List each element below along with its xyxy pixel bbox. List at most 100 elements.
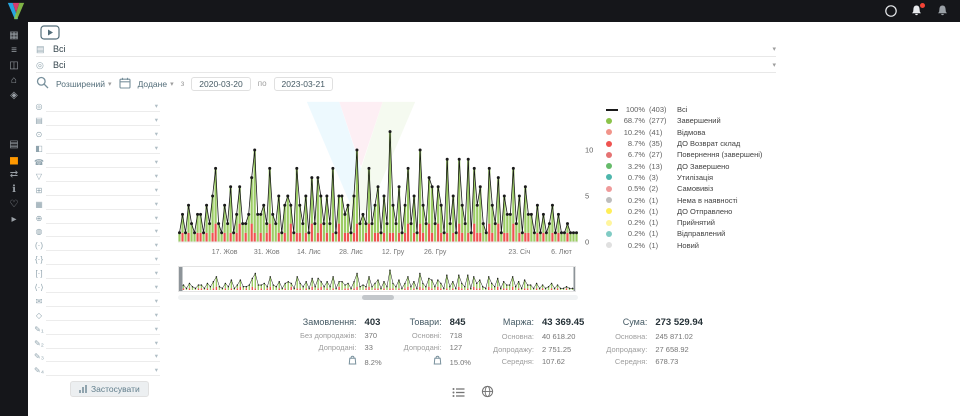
advanced-filter-select[interactable]: Розширений ▾ bbox=[56, 79, 112, 89]
legend-label: Всі bbox=[677, 105, 784, 114]
legend-item[interactable]: 8.7%(35)ДО Возврат склад bbox=[606, 138, 784, 149]
scrollbar-thumb[interactable] bbox=[362, 295, 394, 300]
geo-filter-icon: ⊕ bbox=[32, 214, 46, 223]
marketing-icon[interactable]: ▤ bbox=[0, 137, 28, 152]
table-view-icon[interactable] bbox=[452, 385, 465, 403]
stat-sub-value: 245 871.02 bbox=[655, 332, 703, 341]
chart-legend: 100%(403)Всі68.7%(277)Завершений10.2%(41… bbox=[606, 104, 784, 251]
secondary-bell-icon[interactable] bbox=[936, 4, 950, 18]
legend-percent: 8.7% bbox=[622, 139, 649, 148]
custom-field-4-filter-select[interactable]: ▾ bbox=[46, 365, 160, 376]
date-from-input[interactable]: 2020-03-20 bbox=[191, 77, 250, 91]
source-filter-icon: ▤ bbox=[32, 116, 46, 125]
stat-sub-label: Допродажу: bbox=[606, 345, 647, 354]
note-filter-select[interactable]: ▾ bbox=[46, 296, 160, 307]
legend-item[interactable]: 100%(403)Всі bbox=[606, 104, 784, 115]
utm-filter-select[interactable]: ▾ bbox=[46, 240, 160, 251]
tag-filter-select[interactable]: ▾ bbox=[46, 226, 160, 237]
source-filter-select[interactable]: ▾ bbox=[46, 115, 160, 126]
chart-navigator[interactable] bbox=[178, 266, 578, 300]
apply-button[interactable]: Застосувати bbox=[70, 381, 149, 397]
stat-title: Маржа: bbox=[493, 317, 534, 327]
stat-sub-label: Допродажу: bbox=[493, 345, 534, 354]
fields-filter-select[interactable]: ▾ bbox=[46, 268, 160, 279]
legend-item[interactable]: 3.2%(13)ДО Завершено bbox=[606, 160, 784, 171]
chart-scrollbar[interactable] bbox=[178, 295, 578, 300]
orders-chart[interactable]: 051017. Жов31. Жов14. Лис28. Лис12. Гру2… bbox=[178, 96, 608, 260]
chevron-down-icon: ▾ bbox=[155, 214, 160, 222]
legend-label: Відмова bbox=[677, 128, 784, 137]
chevron-down-icon: ▾ bbox=[155, 352, 160, 360]
phone-filter-select[interactable]: ▾ bbox=[46, 157, 160, 168]
legend-item[interactable]: 0.2%(1)Прийнятий bbox=[606, 217, 784, 228]
legend-item[interactable]: 0.2%(1)ДО Отправлено bbox=[606, 206, 784, 217]
expression-filter-select[interactable]: ▾ bbox=[46, 282, 160, 293]
sidebar-filter-row: ✎₄▾ bbox=[32, 364, 160, 378]
params-filter-select[interactable]: ▾ bbox=[46, 254, 160, 265]
stats-column: Замовлення:403Без допродажів:370Допродан… bbox=[300, 317, 382, 367]
app-logo[interactable] bbox=[6, 2, 26, 20]
custom-field-2-filter-select[interactable]: ▾ bbox=[46, 338, 160, 349]
chevron-down-icon: ▾ bbox=[772, 45, 776, 53]
sidebar-filter-row: ▽▾ bbox=[32, 169, 160, 183]
custom-field-3-filter-select[interactable]: ▾ bbox=[46, 351, 160, 362]
legend-count: (1) bbox=[649, 196, 677, 205]
group-filter-select[interactable]: ▾ bbox=[46, 143, 160, 154]
date-to-input[interactable]: 2023-03-21 bbox=[274, 77, 333, 91]
primary-filter-select[interactable]: ▤ Всі ▾ bbox=[36, 42, 776, 57]
svg-text:28. Лис: 28. Лис bbox=[339, 249, 363, 256]
legend-count: (27) bbox=[649, 150, 677, 159]
legend-item[interactable]: 0.7%(3)Утилізація bbox=[606, 172, 784, 183]
store-icon[interactable]: ⌂ bbox=[0, 73, 28, 88]
globe-view-icon[interactable] bbox=[481, 385, 494, 403]
analytics-icon[interactable]: ▅ bbox=[0, 152, 28, 167]
media-icon[interactable]: ▸ bbox=[0, 212, 28, 227]
customers-icon[interactable]: ◫ bbox=[0, 58, 28, 73]
stats-column: Маржа:43 369.45Основна:40 618.20Допродаж… bbox=[493, 317, 584, 367]
custom-field-1-filter-select[interactable]: ▾ bbox=[46, 324, 160, 335]
funnel-filter-select[interactable]: ▾ bbox=[46, 171, 160, 182]
stock-filter-select[interactable]: ▾ bbox=[46, 199, 160, 210]
stat-sub-value: 40 618.20 bbox=[542, 332, 584, 341]
manager-filter-select[interactable]: ▾ bbox=[46, 129, 160, 140]
stat-sub-label: Основна: bbox=[493, 332, 534, 341]
upsell-bag-icon bbox=[300, 355, 357, 365]
date-to-label: по bbox=[258, 79, 267, 88]
sidebar-filter-row: ⊕▾ bbox=[32, 211, 160, 225]
stat-value: 845 bbox=[450, 317, 471, 328]
stat-sub-label: Допродані: bbox=[300, 343, 357, 352]
extra-filter-select[interactable]: ▾ bbox=[46, 310, 160, 321]
secondary-filter-select[interactable]: ◎ Всі ▾ bbox=[36, 58, 776, 73]
legend-count: (1) bbox=[649, 207, 677, 216]
legend-count: (1) bbox=[649, 241, 677, 250]
product-filter-select[interactable]: ▾ bbox=[46, 185, 160, 196]
custom-field-4-filter-icon: ✎₄ bbox=[32, 366, 46, 375]
theme-toggle-icon[interactable] bbox=[884, 4, 898, 18]
info-icon[interactable]: ℹ bbox=[0, 182, 28, 197]
orders-icon[interactable]: ≡ bbox=[0, 43, 28, 58]
legend-item[interactable]: 68.7%(277)Завершений bbox=[606, 115, 784, 126]
search-icon[interactable] bbox=[36, 76, 49, 91]
date-field-select[interactable]: Додане ▾ bbox=[138, 79, 174, 89]
legend-item[interactable]: 0.5%(2)Самовивіз bbox=[606, 183, 784, 194]
geo-filter-select[interactable]: ▾ bbox=[46, 213, 160, 224]
legend-item[interactable]: 6.7%(27)Повернення (завершені) bbox=[606, 149, 784, 160]
legend-item[interactable]: 0.2%(1)Нема в наявності bbox=[606, 194, 784, 205]
chevron-down-icon: ▾ bbox=[772, 61, 776, 69]
legend-percent: 6.7% bbox=[622, 150, 649, 159]
calendar-icon bbox=[119, 77, 131, 91]
dashboard-icon[interactable]: ▦ bbox=[0, 28, 28, 43]
status-filter-select[interactable]: ▾ bbox=[46, 101, 160, 112]
sidebar-filter-row: ⊙▾ bbox=[32, 128, 160, 142]
chevron-down-icon: ▾ bbox=[155, 116, 160, 124]
notifications-bell-icon[interactable] bbox=[910, 4, 924, 18]
sidebar-filter-row: [·]▾ bbox=[32, 267, 160, 281]
legend-item[interactable]: 10.2%(41)Відмова bbox=[606, 127, 784, 138]
chevron-down-icon: ▾ bbox=[155, 227, 160, 235]
integrations-icon[interactable]: ⇄ bbox=[0, 167, 28, 182]
legend-item[interactable]: 0.2%(1)Відправлений bbox=[606, 228, 784, 239]
partners-icon[interactable]: ♡ bbox=[0, 197, 28, 212]
tags-icon[interactable]: ◈ bbox=[0, 88, 28, 103]
legend-item[interactable]: 0.2%(1)Новий bbox=[606, 240, 784, 251]
legend-percent: 0.2% bbox=[622, 241, 649, 250]
